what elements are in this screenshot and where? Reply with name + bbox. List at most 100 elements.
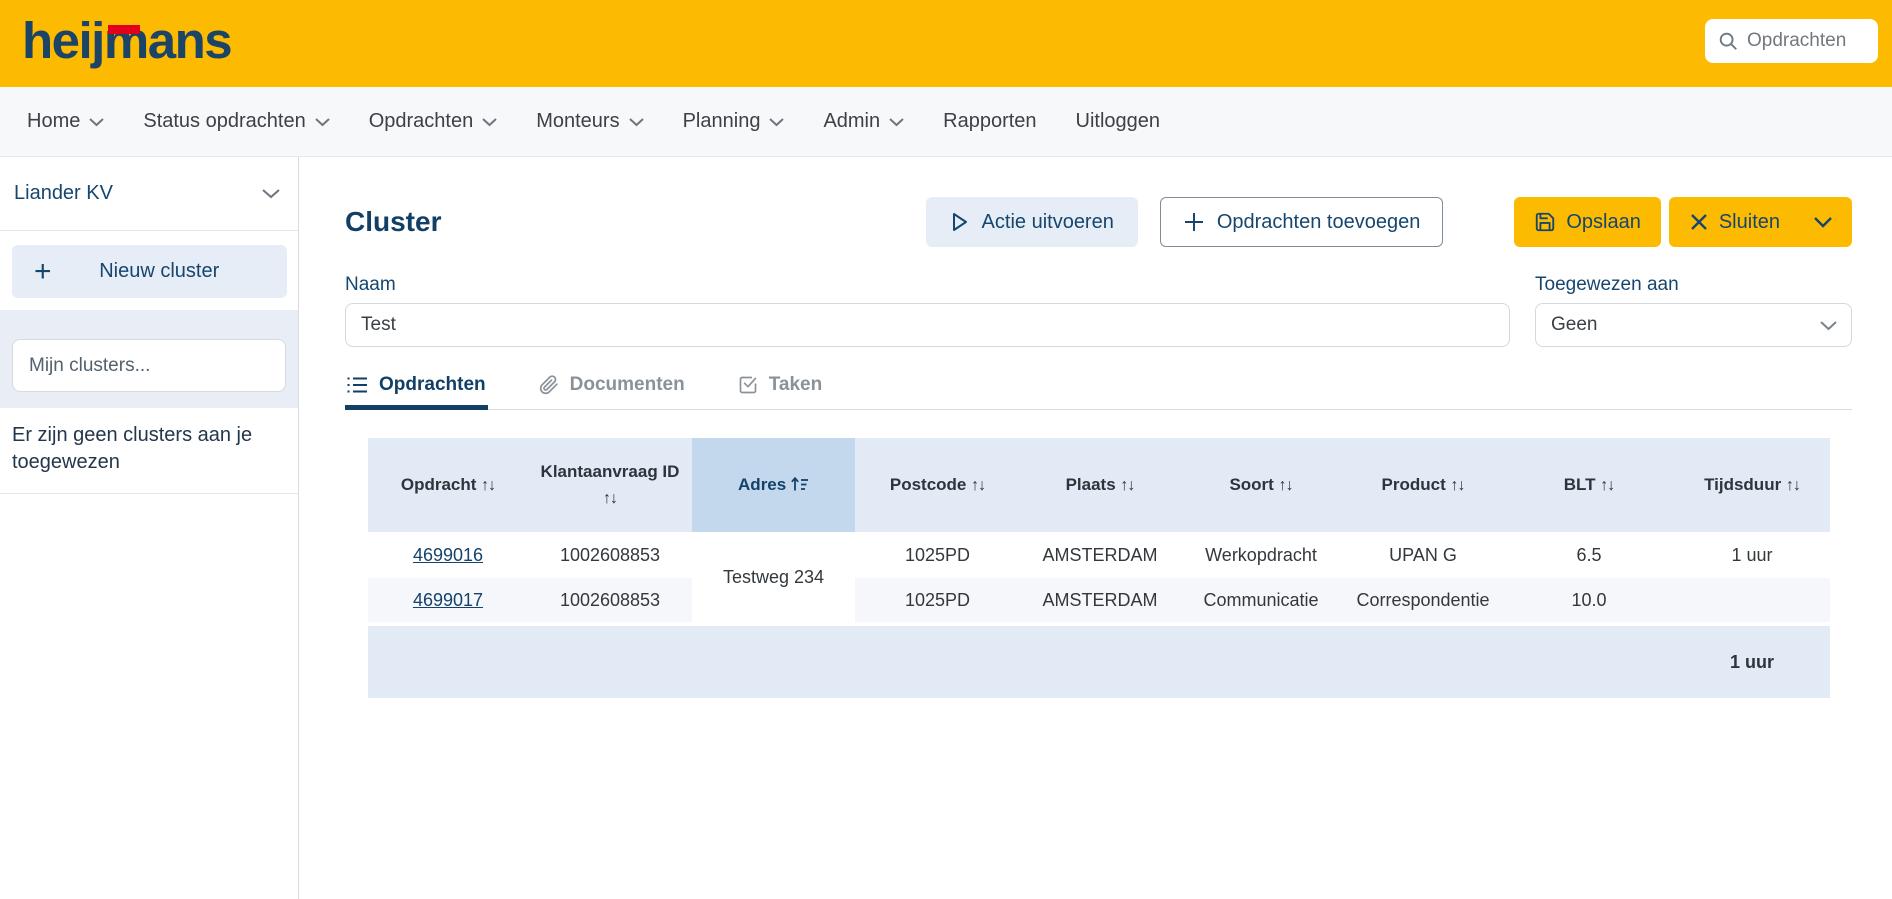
- cell-soort: Communicatie: [1180, 578, 1342, 624]
- add-orders-button[interactable]: Opdrachten toevoegen: [1159, 197, 1444, 247]
- column-header-blt[interactable]: BLT ↑↓: [1504, 438, 1674, 532]
- sort-icon: ↑↓: [481, 477, 496, 494]
- clusters-search-section: [0, 310, 298, 408]
- play-icon: [950, 211, 970, 233]
- name-label: Naam: [345, 274, 396, 295]
- tab-documenten[interactable]: Documenten: [537, 368, 687, 409]
- cell-klantaanvraag-id: 1002608853: [528, 532, 692, 578]
- main-content: Cluster Actie uitvoeren Opdrachten toevo…: [299, 157, 1892, 899]
- sort-icon: ↑↓: [1120, 477, 1135, 494]
- column-label: Adres: [738, 475, 787, 494]
- plus-icon: [1183, 211, 1205, 233]
- cell-opdracht: 4699016: [368, 532, 528, 578]
- list-icon: [347, 376, 368, 394]
- column-label: Soort: [1229, 475, 1274, 494]
- tab-label: Opdrachten: [379, 374, 486, 395]
- name-input[interactable]: [345, 303, 1510, 347]
- assigned-to-value: Geen: [1551, 314, 1598, 335]
- chevron-down-icon[interactable]: [1814, 216, 1832, 228]
- chevron-down-icon: [482, 117, 497, 127]
- column-label: Postcode: [889, 475, 967, 494]
- cell-opdracht: 4699017: [368, 578, 528, 624]
- organisation-selector-value: Liander KV: [14, 182, 113, 204]
- nav-item-planning[interactable]: Planning: [683, 110, 785, 133]
- nav-label: Planning: [682, 110, 761, 132]
- nav-label: Uitloggen: [1075, 110, 1161, 132]
- chevron-down-icon: [262, 188, 280, 199]
- new-cluster-label: Nieuw cluster: [99, 260, 220, 282]
- order-link[interactable]: 4699017: [413, 590, 483, 610]
- search-input[interactable]: [1747, 30, 1857, 52]
- nav-label: Rapporten: [943, 110, 1037, 132]
- assigned-to-label: Toegewezen aan: [1535, 274, 1679, 295]
- order-link[interactable]: 4699016: [413, 545, 483, 565]
- close-button[interactable]: Sluiten: [1668, 197, 1852, 247]
- save-icon: [1534, 211, 1556, 233]
- cell-adres-merged: Testweg 234: [692, 532, 855, 624]
- table-header-row: Opdracht ↑↓ Klantaanvraag ID ↑↓ Adres Po…: [368, 438, 1830, 532]
- nav-item-opdrachten[interactable]: Opdrachten: [369, 110, 498, 133]
- assigned-to-select[interactable]: Geen: [1535, 303, 1852, 347]
- nav-label: Monteurs: [536, 110, 620, 132]
- tab-opdrachten[interactable]: Opdrachten: [345, 368, 488, 410]
- nav-item-uitloggen[interactable]: Uitloggen: [1076, 110, 1161, 133]
- sort-icon: ↑↓: [1600, 477, 1615, 494]
- table-row: 4699017 1002608853 1025PD AMSTERDAM Comm…: [368, 578, 1830, 624]
- cell-tijdsduur: [1674, 578, 1830, 624]
- table-footer-row: 1 uur: [368, 622, 1830, 698]
- cell-product: UPAN G: [1342, 532, 1504, 578]
- execute-action-button[interactable]: Actie uitvoeren: [925, 197, 1138, 247]
- tab-taken[interactable]: Taken: [736, 368, 825, 409]
- column-header-plaats[interactable]: Plaats ↑↓: [1020, 438, 1180, 532]
- page-title: Cluster: [345, 206, 442, 237]
- nav-label: Home: [27, 110, 81, 132]
- column-label: BLT: [1563, 475, 1596, 494]
- save-button[interactable]: Opslaan: [1514, 197, 1661, 247]
- heijmans-logo: heijmans: [22, 12, 233, 69]
- column-header-product[interactable]: Product ↑↓: [1342, 438, 1504, 532]
- new-cluster-button[interactable]: + Nieuw cluster: [12, 245, 287, 298]
- nav-item-monteurs[interactable]: Monteurs: [536, 110, 644, 133]
- orders-table: Opdracht ↑↓ Klantaanvraag ID ↑↓ Adres Po…: [368, 438, 1830, 698]
- sidebar: Liander KV + Nieuw cluster Er zijn geen …: [0, 157, 299, 899]
- column-header-soort[interactable]: Soort ↑↓: [1180, 438, 1342, 532]
- clusters-search-input[interactable]: [12, 339, 286, 392]
- cell-plaats: AMSTERDAM: [1020, 578, 1180, 624]
- nav-item-rapporten[interactable]: Rapporten: [943, 110, 1036, 133]
- sort-icon: ↑↓: [1785, 477, 1801, 494]
- detail-tabs: Opdrachten Documenten Taken: [345, 368, 1852, 410]
- plus-icon: +: [34, 254, 52, 288]
- nav-label: Opdrachten: [368, 110, 474, 132]
- table-row: 4699016 1002608853 Testweg 234 1025PD AM…: [368, 532, 1830, 624]
- column-header-postcode[interactable]: Postcode ↑↓: [855, 438, 1020, 532]
- nav-item-home[interactable]: Home: [27, 110, 105, 133]
- column-label: Opdracht: [400, 475, 477, 494]
- close-icon: [1689, 212, 1709, 232]
- column-header-adres[interactable]: Adres: [692, 438, 855, 532]
- column-label: Plaats: [1065, 475, 1116, 494]
- nav-item-admin[interactable]: Admin: [823, 110, 904, 133]
- checkbox-check-icon: [738, 375, 758, 395]
- column-header-tijdsduur[interactable]: Tijdsduur ↑↓: [1674, 438, 1830, 532]
- main-navigation: Home Status opdrachten Opdrachten Monteu…: [0, 87, 1892, 157]
- sort-ascending-icon: [791, 477, 809, 494]
- chevron-down-icon: [889, 117, 904, 127]
- top-bar: heijmans: [0, 0, 1892, 87]
- cell-blt: 6.5: [1504, 532, 1674, 578]
- add-orders-label: Opdrachten toevoegen: [1216, 210, 1421, 233]
- nav-item-status-opdrachten[interactable]: Status opdrachten: [143, 110, 330, 133]
- cell-product: Correspondentie: [1342, 578, 1504, 624]
- column-label: Tijdsduur: [1704, 475, 1782, 494]
- tab-label: Documenten: [569, 374, 685, 395]
- global-search[interactable]: [1705, 19, 1878, 63]
- nav-label: Status opdrachten: [143, 110, 306, 132]
- cell-klantaanvraag-id: 1002608853: [528, 578, 692, 624]
- cell-postcode: 1025PD: [855, 578, 1020, 624]
- column-header-klantaanvraag-id[interactable]: Klantaanvraag ID ↑↓: [528, 438, 692, 532]
- search-icon: [1717, 30, 1739, 52]
- cell-soort: Werkopdracht: [1180, 532, 1342, 578]
- column-label: Product: [1381, 475, 1446, 494]
- organisation-selector[interactable]: Liander KV: [0, 157, 298, 231]
- sort-icon: ↑↓: [1278, 477, 1294, 494]
- column-header-opdracht[interactable]: Opdracht ↑↓: [368, 438, 528, 532]
